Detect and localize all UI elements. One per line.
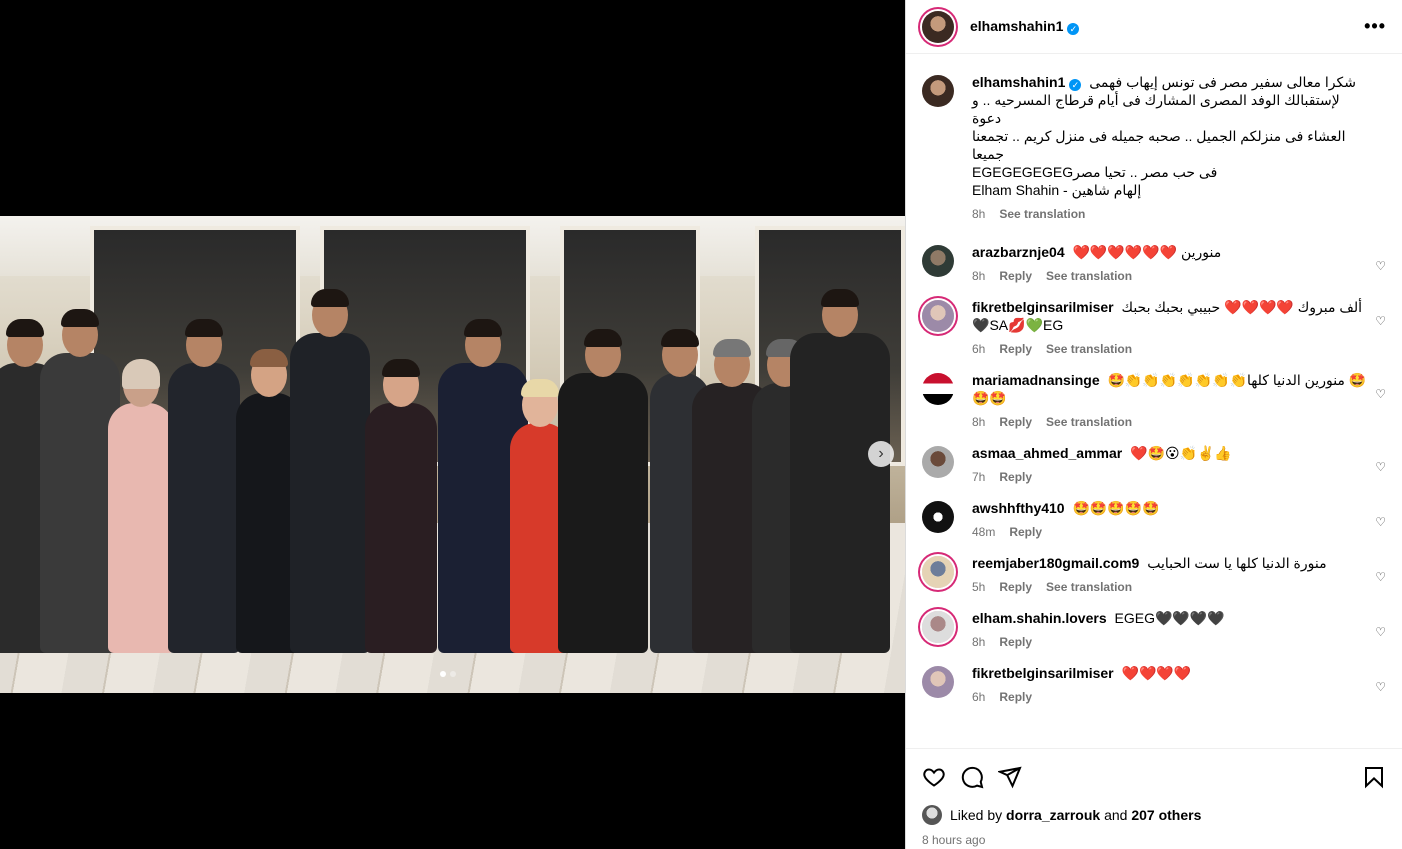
see-translation-button[interactable]: See translation — [1046, 580, 1132, 594]
share-icon[interactable] — [998, 765, 1022, 789]
bookmark-icon[interactable] — [1362, 765, 1386, 789]
see-translation-button[interactable]: See translation — [999, 207, 1085, 221]
comment-item: asmaa_ahmed_ammar ❤️🤩😮👏✌️👍 7h Reply ♡ — [922, 444, 1386, 484]
post-sidebar: elhamshahin1 ✓ ••• elhamshahin1 ✓ شكرا معا… — [905, 0, 1402, 849]
commenter-avatar[interactable] — [922, 373, 954, 405]
commenter-username[interactable]: asmaa_ahmed_ammar — [972, 445, 1122, 461]
comment-icon[interactable] — [960, 765, 984, 789]
author-username[interactable]: elhamshahin1 ✓ — [970, 18, 1080, 35]
comment-text: 🤩🤩🤩🤩🤩 — [1072, 500, 1160, 516]
reply-button[interactable]: Reply — [999, 690, 1032, 704]
commenter-username[interactable]: reemjaber180gmail.com9 — [972, 555, 1139, 571]
see-translation-button[interactable]: See translation — [1046, 269, 1132, 283]
likes-count[interactable]: 207 others — [1131, 807, 1201, 823]
commenter-username[interactable]: arazbarznje04 — [972, 244, 1065, 260]
post-actions: Liked by dorra_zarrouk and 207 others 8 … — [906, 748, 1402, 847]
comment-time: 48m — [972, 525, 996, 539]
comment-text: ❤️❤️❤️❤️ — [1121, 665, 1192, 681]
caption-line: شكرا معالى سفير مصر فى تونس إيهاب فهمى — [1089, 74, 1356, 90]
carousel-dot — [450, 671, 456, 677]
commenter-avatar[interactable] — [922, 300, 954, 332]
comment-item: elham.shahin.lovers EGEG🖤🖤🖤🖤 8h Reply ♡ — [922, 609, 1386, 649]
comment-time: 7h — [972, 470, 986, 484]
reply-button[interactable]: Reply — [999, 415, 1032, 429]
comment-time: 8h — [972, 635, 986, 649]
caption-avatar[interactable] — [922, 75, 954, 107]
comment-time: 8h — [972, 269, 986, 283]
reply-button[interactable]: Reply — [999, 470, 1032, 484]
like-comment-heart-icon[interactable]: ♡ — [1375, 625, 1386, 639]
see-translation-button[interactable]: See translation — [1046, 415, 1132, 429]
comment-text: ❤️🤩😮👏✌️👍 — [1130, 445, 1232, 461]
like-comment-heart-icon[interactable]: ♡ — [1375, 387, 1386, 401]
reply-button[interactable]: Reply — [999, 269, 1032, 283]
post-media: › — [0, 0, 905, 849]
caption-line: Elham Shahin - إلهام شاهين — [972, 182, 1142, 198]
comment-text: EGEG🖤🖤🖤🖤 — [1114, 610, 1225, 626]
like-comment-heart-icon[interactable]: ♡ — [1375, 570, 1386, 584]
post-photo[interactable] — [0, 216, 905, 693]
comment-time: 5h — [972, 580, 986, 594]
like-comment-heart-icon[interactable]: ♡ — [1375, 259, 1386, 273]
caption-line: فى حب مصر .. تحيا مصرEGEGEGEGEG — [972, 164, 1218, 180]
carousel-dot-active — [440, 671, 446, 677]
comment-text: منورين ❤️❤️❤️❤️❤️❤️ — [1072, 244, 1222, 260]
caption-time: 8h — [972, 207, 986, 221]
comment-item: reemjaber180gmail.com9 منورة الدنيا كلها… — [922, 554, 1386, 594]
comment-time: 6h — [972, 342, 986, 356]
commenter-avatar[interactable] — [922, 501, 954, 533]
commenter-username[interactable]: mariamadnansinge — [972, 372, 1100, 388]
comment-text: منورة الدنيا كلها يا ست الحبايب — [1147, 555, 1327, 571]
commenter-avatar[interactable] — [922, 446, 954, 478]
comment-item: fikretbelginsarilmiser ❤️❤️❤️❤️ 6h Reply… — [922, 664, 1386, 704]
comment-item: mariamadnansinge 🤩 منورين الدنيا كلها👏👏👏… — [922, 371, 1386, 429]
heart-icon[interactable] — [922, 765, 946, 789]
commenter-username[interactable]: awshhfthy410 — [972, 500, 1065, 516]
likes-summary: Liked by dorra_zarrouk and 207 others — [922, 805, 1386, 825]
caption-line: لإستقبالك الوفد المصرى المشارك فى أيام ق… — [972, 92, 1340, 126]
commenter-avatar[interactable] — [922, 611, 954, 643]
reply-button[interactable]: Reply — [999, 342, 1032, 356]
reply-button[interactable]: Reply — [1009, 525, 1042, 539]
comment-time: 6h — [972, 690, 986, 704]
like-comment-heart-icon[interactable]: ♡ — [1375, 680, 1386, 694]
commenter-username[interactable]: elham.shahin.lovers — [972, 610, 1107, 626]
liker-avatar[interactable] — [922, 805, 942, 825]
commenter-avatar[interactable] — [922, 666, 954, 698]
author-avatar[interactable] — [922, 10, 954, 43]
comment-item: awshhfthy410 🤩🤩🤩🤩🤩 48m Reply ♡ — [922, 499, 1386, 539]
comment-time: 8h — [972, 415, 986, 429]
reply-button[interactable]: Reply — [999, 635, 1032, 649]
next-photo-button[interactable]: › — [868, 441, 894, 467]
reply-button[interactable]: Reply — [999, 580, 1032, 594]
verified-badge-icon: ✓ — [1067, 23, 1080, 35]
liker-username[interactable]: dorra_zarrouk — [1006, 807, 1100, 823]
commenter-username[interactable]: fikretbelginsarilmiser — [972, 299, 1114, 315]
see-translation-button[interactable]: See translation — [1046, 342, 1132, 356]
like-comment-heart-icon[interactable]: ♡ — [1375, 515, 1386, 529]
comments-list[interactable]: elhamshahin1 ✓ شكرا معالى سفير مصر فى تون… — [906, 55, 1402, 748]
post-caption: elhamshahin1 ✓ شكرا معالى سفير مصر فى تون… — [922, 73, 1386, 221]
commenter-avatar[interactable] — [922, 556, 954, 588]
post-timestamp[interactable]: 8 hours ago — [922, 833, 1386, 847]
likes-and: and — [1104, 807, 1128, 823]
like-comment-heart-icon[interactable]: ♡ — [1375, 314, 1386, 328]
verified-badge-icon: ✓ — [1069, 79, 1082, 91]
caption-line: العشاء فى منزلكم الجميل .. صحبه جميله فى… — [972, 128, 1346, 162]
caption-username[interactable]: elhamshahin1 ✓ — [972, 74, 1082, 91]
post-header: elhamshahin1 ✓ ••• — [906, 0, 1402, 54]
comment-item: arazbarznje04 منورين ❤️❤️❤️❤️❤️❤️ 8h Rep… — [922, 243, 1386, 283]
commenter-avatar[interactable] — [922, 245, 954, 277]
like-comment-heart-icon[interactable]: ♡ — [1375, 460, 1386, 474]
commenter-username[interactable]: fikretbelginsarilmiser — [972, 665, 1114, 681]
comment-item: fikretbelginsarilmiser ألف مبروك ❤️❤️❤️❤… — [922, 298, 1386, 356]
carousel-indicator — [440, 671, 456, 677]
chevron-right-icon: › — [878, 445, 884, 462]
more-options-button[interactable]: ••• — [1364, 16, 1386, 37]
likes-prefix: Liked by — [950, 807, 1003, 823]
